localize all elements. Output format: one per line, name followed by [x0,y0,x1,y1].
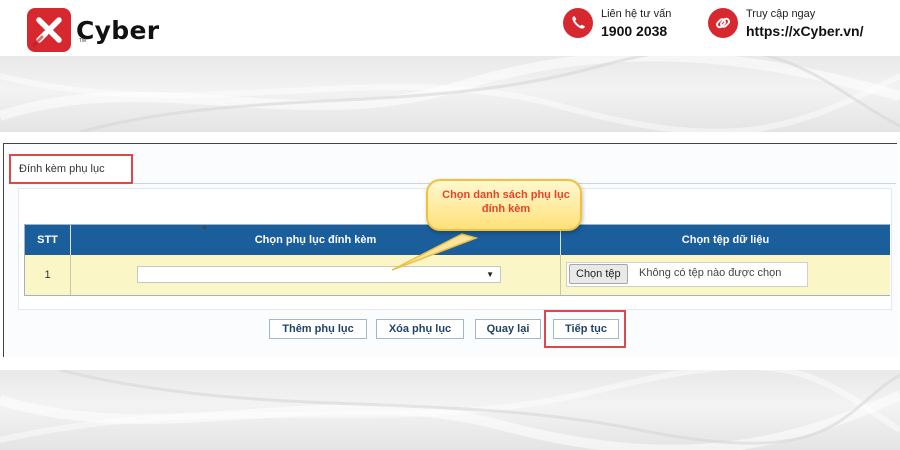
hotline-label: Liên hệ tư vấn [601,8,672,20]
trademark-mark: TM [79,38,87,44]
logo-x-icon [27,8,71,52]
file-status-text: Không có tệp nào được chọn [639,267,782,279]
website-url[interactable]: https://xCyber.vn/ [746,23,863,39]
decorative-wave-band-bottom [0,370,900,450]
delete-appendix-button[interactable]: Xóa phụ lục [376,319,464,339]
hotline-contact[interactable]: Liên hệ tư vấn 1900 2038 [563,8,671,39]
table-cell-appendix: ▼ [71,255,561,295]
column-header-stt: STT [25,225,71,255]
back-button[interactable]: Quay lại [475,319,541,339]
website-contact[interactable]: Truy cập ngay https://xCyber.vn/ [708,8,863,39]
add-appendix-button[interactable]: Thêm phụ lục [269,319,367,339]
decorative-wave-band [0,56,900,132]
hotline-number[interactable]: 1900 2038 [601,23,671,39]
section-title: Đính kèm phụ lục [19,163,105,175]
instruction-callout: Chọn danh sách phụ lục đính kèm [426,179,582,231]
table-cell-file: Chọn tệp Không có tệp nào được chọn [561,255,890,295]
dropdown-arrow-icon[interactable]: ▼ [486,270,494,279]
continue-button-highlight [544,310,626,348]
brand-logo[interactable]: Cyber [27,8,159,52]
site-header: Cyber TM Liên hệ tư vấn 1900 2038 Truy c… [0,0,900,56]
website-label: Truy cập ngay [746,8,816,20]
appendix-attachment-screen: Đính kèm phụ lục STT Chọn phụ lục đính k… [3,143,898,358]
brand-name: Cyber [76,15,160,45]
table-cell-stt: 1 [25,255,71,295]
mouse-cursor-icon: ▲ [201,224,208,231]
phone-icon [563,8,593,39]
section-title-highlight: Đính kèm phụ lục [9,154,133,184]
callout-text: Chọn danh sách phụ lục đính kèm [442,189,570,216]
file-input: Chọn tệp Không có tệp nào được chọn [561,255,808,295]
choose-file-button[interactable]: Chọn tệp [569,264,628,284]
column-header-data-file: Chọn tệp dữ liệu [561,225,890,255]
callout-pointer [391,233,479,271]
link-icon [708,8,738,39]
